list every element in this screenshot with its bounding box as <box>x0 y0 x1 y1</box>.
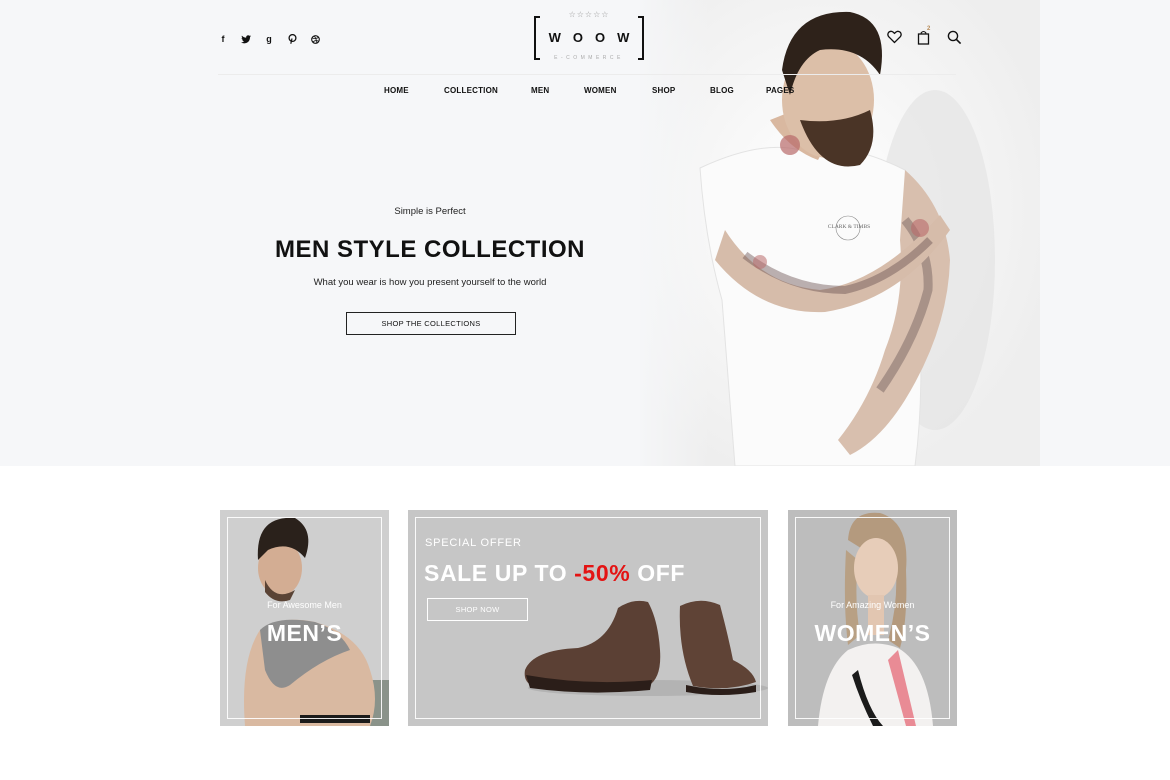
hero-section: CLARK & TIMBS f g ☆☆☆☆☆ WOOW E-COMMERCE … <box>0 0 1170 466</box>
special-offer-label: SPECIAL OFFER <box>425 537 522 549</box>
sale-suffix: OFF <box>630 560 686 586</box>
nav-item-men[interactable]: MEN <box>531 86 549 95</box>
nav-item-pages[interactable]: PAGES <box>766 86 794 95</box>
hero-tagline: What you wear is how you present yoursel… <box>313 277 547 288</box>
shirt-print-text: CLARK & TIMBS <box>827 224 871 230</box>
womens-banner-frame <box>795 517 950 719</box>
nav-item-collection[interactable]: COLLECTION <box>444 86 498 95</box>
nav-item-women[interactable]: WOMEN <box>584 86 617 95</box>
search-icon[interactable] <box>947 30 965 48</box>
logo-subtitle: E-COMMERCE <box>554 55 624 61</box>
cart-count-badge: 2 <box>927 26 931 32</box>
hero-kicker: Simple is Perfect <box>394 206 466 217</box>
nav-item-blog[interactable]: BLOG <box>710 86 734 95</box>
header-tools: 2 <box>887 26 965 48</box>
special-offer-banner[interactable]: SPECIAL OFFER SALE UP TO -50% OFF SHOP N… <box>408 510 768 726</box>
hero-title: MEN STYLE COLLECTION <box>275 236 585 263</box>
sale-prefix: SALE UP TO <box>424 560 575 586</box>
main-navigation: HOME COLLECTION MEN WOMEN SHOP BLOG PAGE… <box>0 86 1170 98</box>
womens-banner-subtitle: For Amazing Women <box>830 600 915 610</box>
hero-model-image <box>630 0 1040 466</box>
logo-wordmark: WOOW <box>548 30 642 45</box>
shop-now-button[interactable]: SHOP NOW <box>427 598 528 621</box>
social-links: f g <box>216 32 322 46</box>
mens-banner-title: MEN’S <box>266 620 343 646</box>
shop-collections-button[interactable]: SHOP THE COLLECTIONS <box>346 312 516 335</box>
header-divider <box>218 74 956 75</box>
shopping-bag-icon[interactable]: 2 <box>917 26 935 48</box>
logo-stars: ☆☆☆☆☆ <box>568 10 610 19</box>
sale-percent: -50% <box>574 560 631 586</box>
nav-item-home[interactable]: HOME <box>384 86 409 95</box>
sale-headline: SALE UP TO -50% OFF <box>424 560 685 587</box>
google-plus-icon[interactable]: g <box>262 32 276 46</box>
nav-item-shop[interactable]: SHOP <box>652 86 675 95</box>
pinterest-icon[interactable] <box>285 32 299 46</box>
womens-banner-title: WOMEN’S <box>814 620 931 646</box>
mens-banner-subtitle: For Awesome Men <box>267 600 342 610</box>
mens-banner-frame <box>227 517 382 719</box>
mens-banner[interactable]: For Awesome Men MEN’S <box>220 510 389 726</box>
twitter-icon[interactable] <box>239 32 253 46</box>
womens-banner[interactable]: For Amazing Women WOMEN’S <box>788 510 957 726</box>
dribbble-icon[interactable] <box>308 32 322 46</box>
site-logo[interactable]: ☆☆☆☆☆ WOOW E-COMMERCE <box>534 10 644 61</box>
heart-icon[interactable] <box>887 30 905 48</box>
facebook-icon[interactable]: f <box>216 32 230 46</box>
